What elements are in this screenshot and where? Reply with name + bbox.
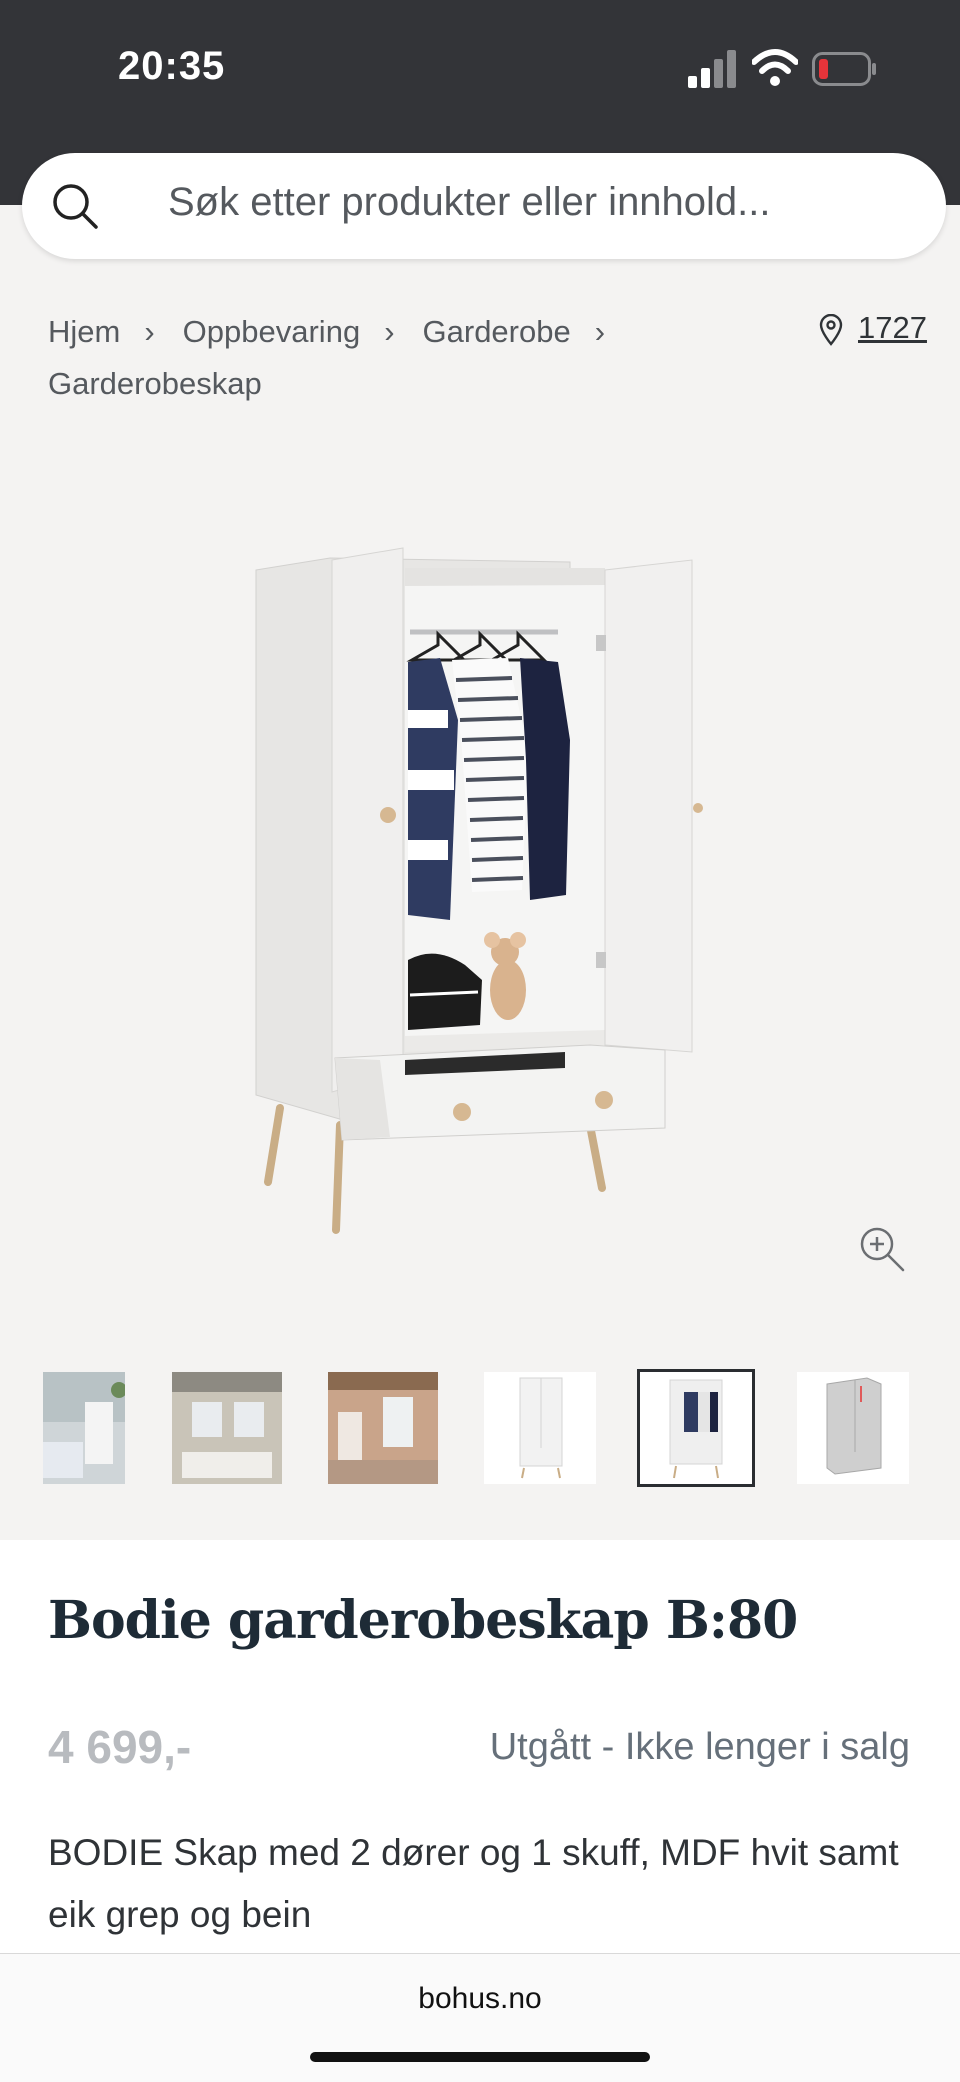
thumbnail-1[interactable]	[43, 1372, 125, 1484]
cellular-signal-icon	[688, 50, 736, 88]
breadcrumb-item-wardrobe[interactable]: Garderobe	[423, 306, 571, 358]
thumbnail-strip	[0, 1369, 960, 1492]
search-icon[interactable]	[50, 181, 100, 231]
availability-status: Utgått - Ikke lenger i salg	[489, 1726, 910, 1768]
url-label[interactable]: bohus.no	[0, 1982, 960, 2016]
search-bar[interactable]: Søk etter produkter eller innhold...	[22, 153, 946, 259]
chevron-right-icon: ›	[384, 314, 395, 349]
breadcrumb-item-wardrobe-cabinet[interactable]: Garderobeskap	[48, 358, 262, 410]
status-time: 20:35	[118, 44, 226, 88]
location-pin-icon	[819, 314, 843, 346]
product-image-wardrobe[interactable]	[240, 540, 710, 1240]
product-price: 4 699,-	[48, 1721, 192, 1773]
home-indicator[interactable]	[310, 2052, 650, 2062]
store-number[interactable]: 1727	[858, 310, 927, 346]
thumbnail-3[interactable]	[328, 1372, 438, 1484]
product-description: BODIE Skap med 2 dører og 1 skuff, MDF h…	[48, 1832, 899, 1935]
battery-low-icon	[812, 52, 876, 86]
breadcrumb-item-home[interactable]: Hjem	[48, 306, 120, 358]
thumbnail-4[interactable]	[484, 1372, 596, 1484]
breadcrumb: Hjem › Oppbevaring › Garderobe › Garderobeskap	[48, 306, 808, 410]
thumbnail-2[interactable]	[172, 1372, 282, 1484]
thumbnail-5-selected[interactable]	[637, 1369, 755, 1487]
zoom-in-icon[interactable]	[858, 1225, 906, 1273]
browser-bottom-bar: bohus.no	[0, 1953, 960, 2082]
wifi-icon	[752, 49, 798, 86]
search-input[interactable]: Søk etter produkter eller innhold...	[168, 180, 771, 225]
breadcrumb-item-storage[interactable]: Oppbevaring	[183, 306, 361, 358]
chevron-right-icon: ›	[144, 314, 155, 349]
chevron-right-icon: ›	[594, 314, 606, 349]
thumbnail-6[interactable]	[797, 1372, 909, 1484]
product-title: Bodie garderobeskap B:80	[48, 1590, 798, 1651]
